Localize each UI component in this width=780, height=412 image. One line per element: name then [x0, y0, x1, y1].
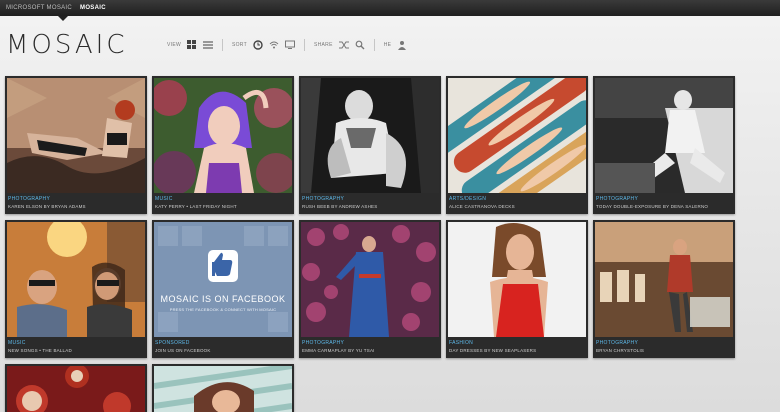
shuffle-icon[interactable] [338, 40, 349, 50]
tile-caption: PHOTOGRAPHY BRYAN CHRYSTOLIS [596, 340, 732, 353]
tile-music-2[interactable]: MUSIC NEW SONGS • THE BALLAD [5, 220, 147, 358]
like-thumb-icon [208, 250, 238, 282]
top-strip-active[interactable]: MOSAIC [80, 5, 106, 11]
tile-caption: PHOTOGRAPHY EMMA CARMAPLAY BY YU TSAI [302, 340, 438, 353]
tile-photography-2[interactable]: PHOTOGRAPHY RUSH BEEB BY ANDREW ASHES [299, 76, 441, 214]
tile-caption: ARTS/DESIGN ALICE CASTRANOVA DECKS [449, 196, 585, 209]
sort-label: SORT [231, 42, 247, 48]
tile-category: PHOTOGRAPHY [302, 196, 345, 202]
tile-caption: MUSIC KATY PERRY • LAST FRIDAY NIGHT [155, 196, 291, 209]
tile-caption: PHOTOGRAPHY KAREN ELSON BY BRYAN ADAMS [8, 196, 144, 209]
tile-category: ARTS/DESIGN [449, 196, 487, 202]
facebook-subheading: PRESS THE FACEBOOK & CONNECT WITH MOSAIC [169, 307, 277, 312]
tile-title: EMMA CARMAPLAY BY YU TSAI [302, 348, 375, 353]
tile-image [154, 78, 292, 193]
tile-category: MUSIC [155, 196, 173, 202]
toolbar: VIEW SORT SHARE HE [167, 38, 407, 52]
toolbar-divider [303, 39, 305, 51]
help-label: HE [383, 42, 392, 48]
active-caret [58, 16, 68, 21]
user-icon[interactable] [397, 40, 407, 50]
tile-image [595, 78, 733, 193]
tile-music-1[interactable]: MUSIC KATY PERRY • LAST FRIDAY NIGHT [152, 76, 294, 214]
tile-image [448, 222, 586, 337]
list-view-icon[interactable] [202, 40, 213, 50]
clock-icon[interactable] [253, 40, 263, 50]
toolbar-divider [373, 39, 375, 51]
tile-title: DAY DRESSES BY NEW SEAPLASERS [449, 348, 537, 353]
tile-caption: PHOTOGRAPHY TODAY DOUBLE-EXPOSURE BY DEN… [596, 196, 732, 209]
tile-photography-3[interactable]: PHOTOGRAPHY TODAY DOUBLE-EXPOSURE BY DEN… [593, 76, 735, 214]
tile-caption: SPONSORED JOIN US ON FACEBOOK [155, 340, 291, 353]
facebook-heading: MOSAIC IS ON FACEBOOK [160, 294, 286, 304]
tile-image [7, 78, 145, 193]
tile-title: RUSH BEEB BY ANDREW ASHES [302, 204, 378, 209]
tile-title: KATY PERRY • LAST FRIDAY NIGHT [155, 204, 237, 209]
monitor-icon[interactable] [284, 40, 295, 50]
tile-image [448, 78, 586, 193]
tile-category: PHOTOGRAPHY [596, 340, 639, 346]
mosaic-grid: PHOTOGRAPHY KAREN ELSON BY BRYAN ADAMS M… [5, 76, 735, 412]
tile-title: BRYAN CHRYSTOLIS [596, 348, 645, 353]
tile-partial-1[interactable] [5, 364, 147, 412]
share-label: SHARE [313, 42, 333, 48]
tile-image [154, 366, 292, 412]
large-grid-icon[interactable] [186, 40, 197, 50]
tile-image: MOSAIC IS ON FACEBOOK PRESS THE FACEBOOK… [154, 222, 292, 337]
tile-caption: PHOTOGRAPHY RUSH BEEB BY ANDREW ASHES [302, 196, 438, 209]
tile-category: PHOTOGRAPHY [302, 340, 345, 346]
tile-caption: FASHION DAY DRESSES BY NEW SEAPLASERS [449, 340, 585, 353]
app-logo: MOSAIC [6, 30, 128, 60]
tile-image [7, 222, 145, 337]
wifi-icon[interactable] [269, 40, 279, 50]
top-strip: MICROSOFT MOSAIC MOSAIC [0, 0, 780, 21]
tile-category: SPONSORED [155, 340, 190, 346]
tile-fashion[interactable]: FASHION DAY DRESSES BY NEW SEAPLASERS [446, 220, 588, 358]
tile-caption: MUSIC NEW SONGS • THE BALLAD [8, 340, 144, 353]
tile-image [595, 222, 733, 337]
tile-category: MUSIC [8, 340, 26, 346]
tile-image [7, 366, 145, 412]
tile-sponsored-facebook[interactable]: MOSAIC IS ON FACEBOOK PRESS THE FACEBOOK… [152, 220, 294, 358]
view-label: VIEW [167, 42, 181, 48]
tile-title: JOIN US ON FACEBOOK [155, 348, 211, 353]
tile-image [301, 222, 439, 337]
tile-photography-5[interactable]: PHOTOGRAPHY BRYAN CHRYSTOLIS [593, 220, 735, 358]
tile-title: TODAY DOUBLE-EXPOSURE BY DENA SALERNO [596, 204, 709, 209]
tile-image [301, 78, 439, 193]
top-strip-label[interactable]: MICROSOFT MOSAIC [6, 5, 72, 11]
tile-photography-4[interactable]: PHOTOGRAPHY EMMA CARMAPLAY BY YU TSAI [299, 220, 441, 358]
search-icon[interactable] [355, 40, 365, 50]
tile-title: NEW SONGS • THE BALLAD [8, 348, 72, 353]
toolbar-divider [221, 39, 223, 51]
tile-photography-1[interactable]: PHOTOGRAPHY KAREN ELSON BY BRYAN ADAMS [5, 76, 147, 214]
tile-category: PHOTOGRAPHY [8, 196, 51, 202]
tile-title: KAREN ELSON BY BRYAN ADAMS [8, 204, 86, 209]
tile-category: FASHION [449, 340, 474, 346]
tile-category: PHOTOGRAPHY [596, 196, 639, 202]
tile-arts-design[interactable]: ARTS/DESIGN ALICE CASTRANOVA DECKS [446, 76, 588, 214]
tile-title: ALICE CASTRANOVA DECKS [449, 204, 515, 209]
tile-partial-2[interactable] [152, 364, 294, 412]
